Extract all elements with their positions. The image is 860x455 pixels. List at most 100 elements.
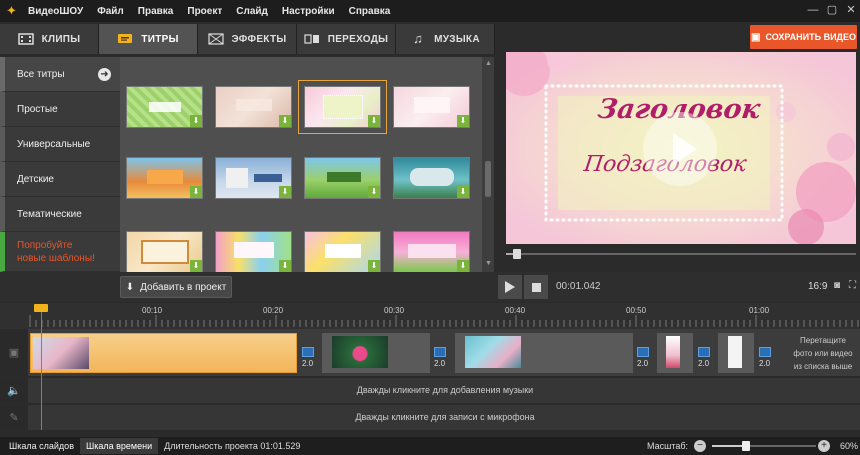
zoom-handle[interactable] xyxy=(742,441,751,451)
save-video-label: СОХРАНИТЬ ВИДЕО xyxy=(765,32,856,42)
ruler-ticks xyxy=(29,315,859,327)
slide-clip[interactable] xyxy=(718,333,754,373)
category-all[interactable]: Все титры ➜ xyxy=(0,57,120,92)
templates-scrollbar[interactable]: ▲ ▼ xyxy=(482,57,494,272)
scroll-down-icon[interactable]: ▼ xyxy=(485,260,492,267)
add-to-project-button[interactable]: ⬇ Добавить в проект xyxy=(120,276,232,298)
playback-slider[interactable] xyxy=(506,249,856,259)
template-thumbnail[interactable]: ⬇ xyxy=(393,86,470,128)
category-label: Детские xyxy=(17,173,54,185)
download-icon: ⬇ xyxy=(279,186,291,198)
zoom-slider[interactable] xyxy=(712,441,816,451)
category-kids[interactable]: Детские xyxy=(0,162,120,197)
download-icon: ⬇ xyxy=(368,115,380,127)
tab-effects[interactable]: ЭФФЕКТЫ xyxy=(198,24,297,54)
tab-timeline-scale[interactable]: Шкала времени xyxy=(79,438,159,454)
transition-icon xyxy=(434,347,446,357)
music-icon: ♫ xyxy=(413,31,424,46)
download-icon: ⬇ xyxy=(190,260,202,272)
microphone-track[interactable]: ✎ Дважды кликните для записи с микрофона xyxy=(0,405,860,430)
zoom-percent: 60% xyxy=(840,441,859,451)
slide-clip[interactable] xyxy=(322,333,430,373)
template-thumbnail[interactable]: ⬇ xyxy=(126,157,203,199)
template-thumbnail[interactable]: ⬇ xyxy=(304,157,381,199)
timeline-ruler[interactable]: 00:10 00:20 00:30 00:40 00:50 01:00 xyxy=(0,303,860,329)
download-icon: ⬇ xyxy=(457,186,469,198)
template-thumbnail[interactable]: ⬇ xyxy=(215,86,292,128)
template-thumbnail[interactable]: ⬇ xyxy=(393,231,470,272)
template-thumbnail[interactable]: ⬇ xyxy=(126,231,203,272)
mic-hint: Дважды кликните для записи с микрофона xyxy=(355,412,535,422)
tab-music-label: МУЗЫКА xyxy=(434,33,480,45)
menu-slide[interactable]: Слайд xyxy=(236,6,268,17)
slide-clip[interactable] xyxy=(455,333,633,373)
play-button[interactable] xyxy=(498,275,522,299)
playback-handle[interactable] xyxy=(513,249,521,259)
clip-thumbnail xyxy=(728,336,742,368)
drop-zone[interactable]: Перетащите фото или видео из списка выше xyxy=(786,333,860,373)
video-preview[interactable]: Заголовок Подзаголовок xyxy=(506,52,856,244)
template-thumbnail[interactable]: ⬇ xyxy=(215,157,292,199)
app-logo-icon: ✦ xyxy=(6,3,17,18)
templates-grid: ⬇ ⬇ ⬇ ⬇ ⬇ ⬇ ⬇ ⬇ ⬇ ⬇ ⬇ ⬇ xyxy=(120,57,482,272)
menu-edit[interactable]: Правка xyxy=(138,6,174,17)
menu-settings[interactable]: Настройки xyxy=(282,6,335,17)
template-thumbnail[interactable]: ⬇ xyxy=(304,231,381,272)
scale-label: Масштаб: xyxy=(647,441,689,451)
scroll-up-icon[interactable]: ▲ xyxy=(485,60,492,67)
zoom-level-fill xyxy=(712,445,747,447)
play-overlay-icon[interactable] xyxy=(643,112,717,186)
transition-duration: 2.0 xyxy=(759,359,771,368)
menu-project[interactable]: Проект xyxy=(187,6,222,17)
promo-line-2: новые шаблоны! xyxy=(17,252,95,264)
tab-transitions-label: ПЕРЕХОДЫ xyxy=(327,33,389,45)
video-track-icon: ▣ xyxy=(0,329,28,376)
category-universal[interactable]: Универсальные xyxy=(0,127,120,162)
music-track[interactable]: 🔈 Дважды кликните для добавления музыки xyxy=(0,378,860,403)
template-thumbnail[interactable]: ⬇ xyxy=(215,231,292,272)
template-thumbnail-selected[interactable]: ⬇ xyxy=(298,80,387,134)
zoom-in-icon[interactable]: + xyxy=(818,440,830,452)
tab-transitions[interactable]: ПЕРЕХОДЫ xyxy=(297,24,396,54)
save-video-button[interactable]: ▣ СОХРАНИТЬ ВИДЕО xyxy=(750,25,857,49)
playback-progress xyxy=(506,253,513,255)
minimize-icon[interactable]: — xyxy=(806,3,820,17)
scrollbar-thumb[interactable] xyxy=(485,161,491,197)
menu-file[interactable]: Файл xyxy=(97,6,124,17)
category-simple[interactable]: Простые xyxy=(0,92,120,127)
transition-duration: 2.0 xyxy=(637,359,649,368)
tab-music[interactable]: ♫ МУЗЫКА xyxy=(396,24,495,54)
current-time: 00:01.042 xyxy=(556,281,601,292)
tab-titles[interactable]: ТИТРЫ xyxy=(99,24,198,54)
menu-help[interactable]: Справка xyxy=(349,6,391,17)
slide-clip-selected[interactable] xyxy=(30,333,297,373)
download-arrow-icon: ⬇ xyxy=(125,281,135,293)
ruler-label: 00:30 xyxy=(384,306,405,315)
title-categories: Все титры ➜ Простые Универсальные Детски… xyxy=(0,57,120,272)
aspect-ratio[interactable]: 16:9 xyxy=(808,281,827,292)
close-icon[interactable]: ✕ xyxy=(844,3,858,17)
stop-button[interactable] xyxy=(524,275,548,299)
menu-bar: ✦ ВидеоШОУ Файл Правка Проект Слайд Наст… xyxy=(0,0,860,22)
download-icon: ⬇ xyxy=(190,186,202,198)
new-templates-link[interactable]: Попробуйте новые шаблоны! xyxy=(0,232,120,272)
film-icon xyxy=(17,33,34,45)
tab-slides-scale[interactable]: Шкала слайдов xyxy=(9,441,74,451)
tab-clips[interactable]: КЛИПЫ xyxy=(0,24,99,54)
template-thumbnail[interactable]: ⬇ xyxy=(126,86,203,128)
template-thumbnail[interactable]: ⬇ xyxy=(393,157,470,199)
category-thematic[interactable]: Тематические xyxy=(0,197,120,232)
transition-slot[interactable]: 2.0 xyxy=(755,333,785,371)
slide-clip[interactable] xyxy=(657,333,693,373)
snapshot-icon[interactable]: ◙ xyxy=(834,280,840,291)
ruler-label: 00:40 xyxy=(505,306,526,315)
category-label: Универсальные xyxy=(17,138,91,150)
video-track: ▣ 2.0 2.0 2.0 2.0 2.0 Перетащите фото ил… xyxy=(0,329,860,376)
gift-icon: ▣ xyxy=(751,31,761,43)
ruler-label: 00:10 xyxy=(142,306,163,315)
zoom-out-icon[interactable]: − xyxy=(694,440,706,452)
maximize-icon[interactable]: ▢ xyxy=(825,3,839,17)
fullscreen-icon[interactable]: ⛶ xyxy=(849,280,856,291)
playhead-marker[interactable] xyxy=(34,304,48,312)
tab-clips-label: КЛИПЫ xyxy=(41,33,81,45)
